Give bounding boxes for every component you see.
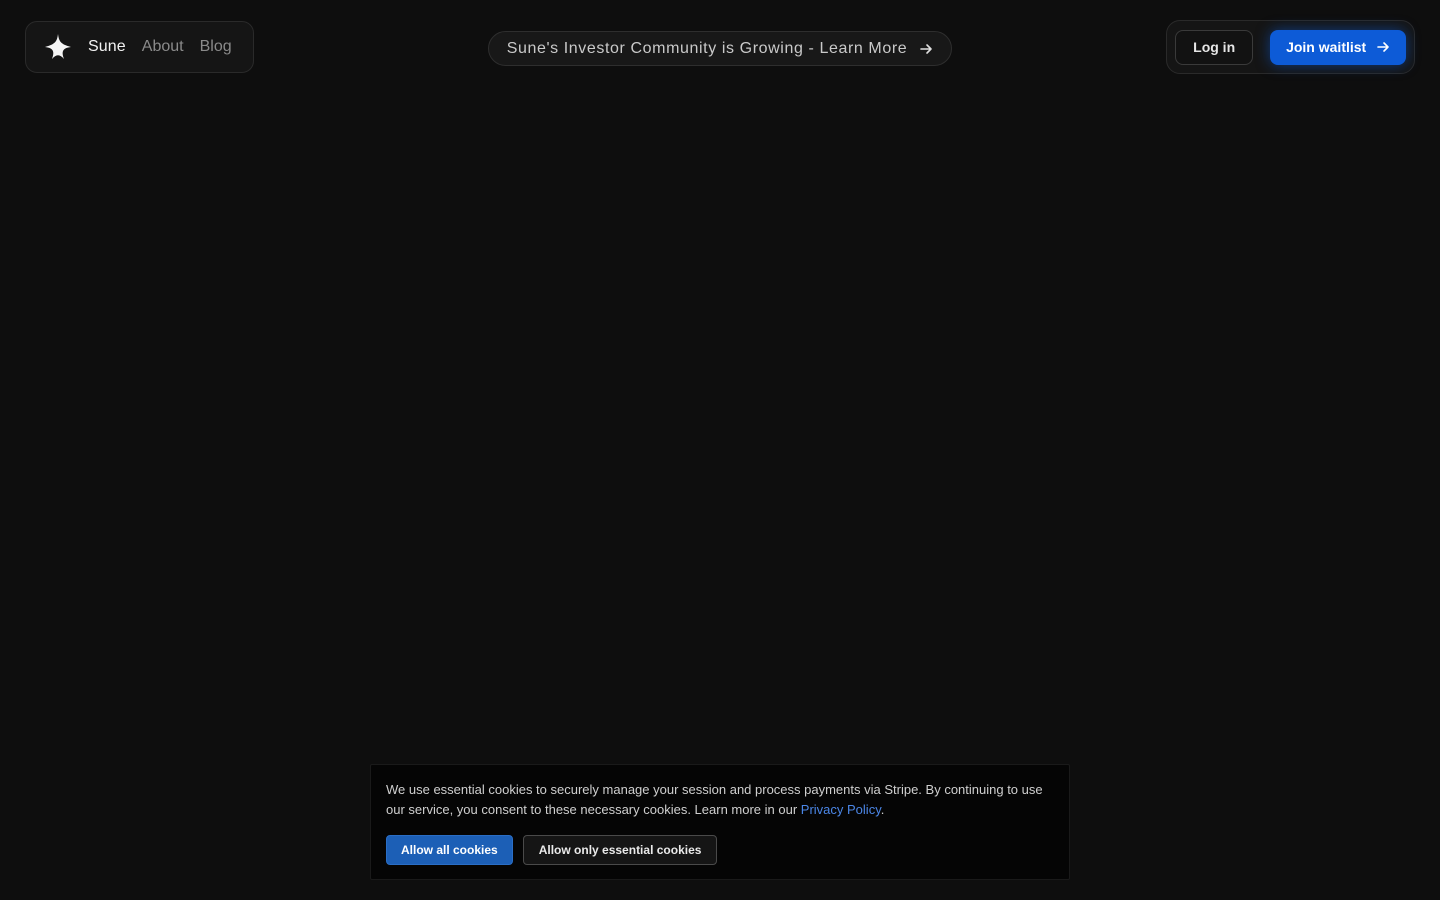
cookie-message-text: We use essential cookies to securely man… xyxy=(386,782,1043,817)
announcement-banner[interactable]: Sune's Investor Community is Growing - L… xyxy=(488,31,952,66)
allow-essential-cookies-button[interactable]: Allow only essential cookies xyxy=(522,835,718,865)
nav-link-about[interactable]: About xyxy=(142,38,184,56)
join-waitlist-button[interactable]: Join waitlist xyxy=(1270,29,1406,65)
sparkle-star-icon[interactable] xyxy=(44,33,72,61)
arrow-right-icon xyxy=(1376,40,1390,54)
login-button[interactable]: Log in xyxy=(1175,29,1254,65)
announcement-text: Sune's Investor Community is Growing - L… xyxy=(506,39,908,57)
cookie-message-trailing: . xyxy=(880,802,885,817)
allow-all-cookies-button[interactable]: Allow all cookies xyxy=(386,835,513,865)
cookie-banner: We use essential cookies to securely man… xyxy=(370,764,1070,880)
brand-name[interactable]: Sune xyxy=(88,38,126,56)
privacy-policy-link[interactable]: Privacy Policy xyxy=(801,802,881,817)
arrow-right-icon xyxy=(919,42,933,56)
nav-link-blog[interactable]: Blog xyxy=(200,38,232,56)
page: Sune About Blog Sune's Investor Communit… xyxy=(0,0,1440,900)
join-waitlist-label: Join waitlist xyxy=(1286,39,1367,55)
primary-nav: Sune About Blog xyxy=(25,21,254,73)
cookie-actions: Allow all cookies Allow only essential c… xyxy=(386,835,1054,865)
cookie-message: We use essential cookies to securely man… xyxy=(386,780,1051,820)
auth-actions: Log in Join waitlist xyxy=(1166,20,1415,74)
